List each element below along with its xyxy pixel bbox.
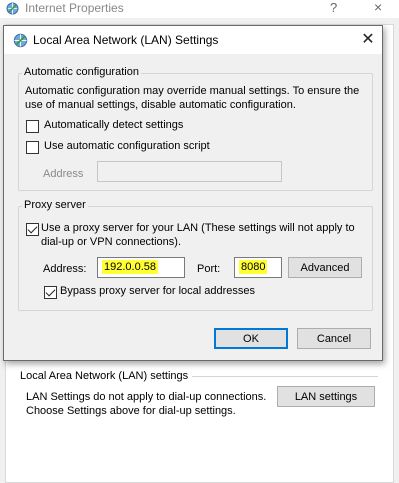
proxy-address-value: 192.0.0.58 (102, 260, 158, 274)
script-address-input (97, 161, 282, 182)
proxy-address-input[interactable]: 192.0.0.58 (97, 257, 185, 278)
proxy-port-value: 8080 (239, 260, 268, 274)
lan-settings-dialog: Local Area Network (LAN) Settings ✕ Auto… (3, 25, 383, 361)
internet-globe-icon (6, 2, 19, 15)
advanced-button[interactable]: Advanced (288, 257, 362, 278)
automatic-configuration-description: Automatic configuration may override man… (25, 85, 360, 111)
use-proxy-checkbox[interactable] (26, 223, 39, 236)
lan-section-description: LAN Settings do not apply to dial-up con… (26, 391, 267, 417)
use-script-checkbox[interactable] (26, 141, 39, 154)
auto-detect-checkbox[interactable] (26, 120, 39, 133)
bypass-local-checkbox[interactable] (44, 286, 57, 299)
close-window-button[interactable]: × (374, 0, 382, 15)
help-button[interactable]: ? (330, 0, 337, 15)
window-title: Internet Properties (25, 1, 124, 15)
auto-detect-label[interactable]: Automatically detect settings (44, 119, 183, 131)
internet-properties-titlebar: Internet Properties ? × (0, 0, 399, 18)
proxy-address-label: Address: (43, 263, 87, 275)
proxy-server-title: Proxy server (22, 199, 88, 211)
lan-settings-button[interactable]: LAN settings (277, 386, 375, 407)
script-address-label: Address (43, 168, 84, 180)
close-icon[interactable]: ✕ (357, 28, 379, 50)
use-proxy-label-line2: dial-up or VPN connections). (41, 236, 182, 248)
proxy-port-label: Port: (197, 263, 221, 275)
automatic-configuration-title: Automatic configuration (22, 66, 141, 78)
proxy-port-input[interactable]: 8080 (234, 257, 282, 278)
use-proxy-label[interactable]: Use a proxy server for your LAN (These s… (41, 221, 371, 249)
internet-globe-icon (13, 33, 28, 48)
use-proxy-label-line1: Use a proxy server for your LAN (These s… (41, 222, 355, 234)
dialog-title: Local Area Network (LAN) Settings (33, 33, 219, 47)
cancel-button[interactable]: Cancel (297, 328, 371, 349)
bypass-local-label[interactable]: Bypass proxy server for local addresses (60, 285, 255, 297)
ok-button[interactable]: OK (214, 328, 288, 349)
use-script-label[interactable]: Use automatic configuration script (44, 140, 210, 152)
lan-section-title: Local Area Network (LAN) settings (20, 370, 193, 382)
section-divider (190, 376, 378, 377)
dialog-titlebar: Local Area Network (LAN) Settings ✕ (4, 26, 382, 54)
